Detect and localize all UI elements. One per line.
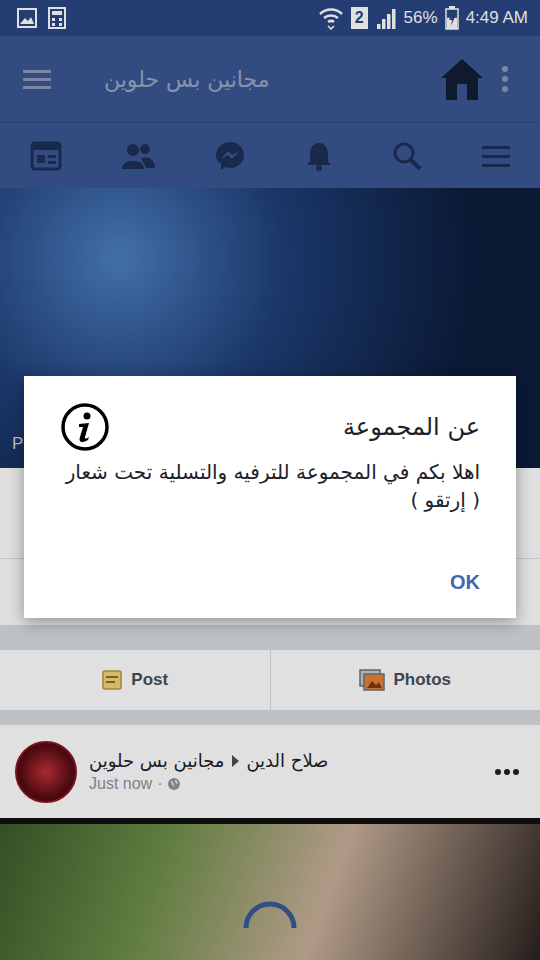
about-dialog: عن المجموعة اهلا بكم في المجموعة للترفيه… xyxy=(24,376,516,618)
dialog-message: اهلا بكم في المجموعة للترفيه والتسلية تح… xyxy=(60,458,480,514)
info-icon xyxy=(60,402,110,452)
screen: 2 56% 4:49 AM مجانين بس حلوين P Post Pho… xyxy=(0,0,540,960)
dialog-title: عن المجموعة xyxy=(343,413,480,441)
ok-button[interactable]: OK xyxy=(436,561,494,604)
